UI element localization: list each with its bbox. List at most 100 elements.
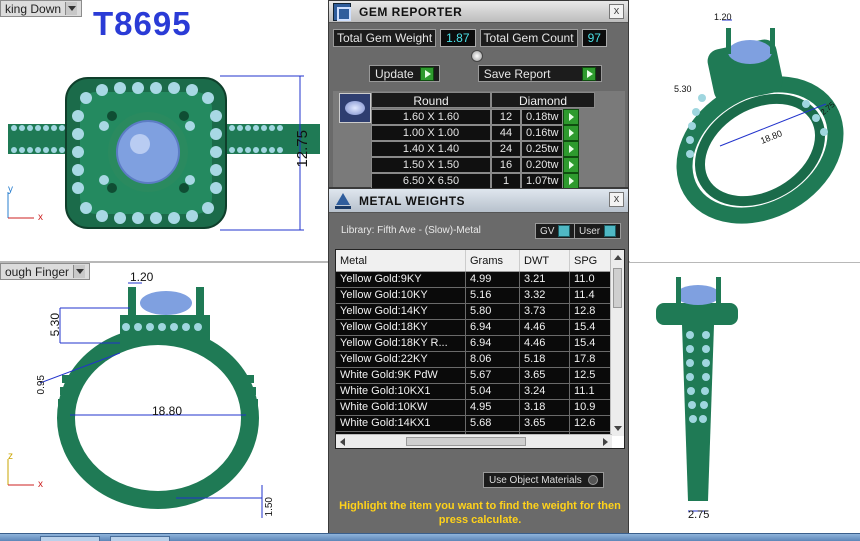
hint-text: Highlight the item you want to find the … bbox=[339, 500, 621, 526]
metal-name: Yellow Gold:14KY bbox=[336, 304, 466, 319]
metal-name: White Gold:10KW bbox=[336, 400, 466, 415]
col-grams[interactable]: Grams bbox=[466, 250, 520, 271]
ring-side-view bbox=[656, 277, 738, 512]
use-object-materials-toggle[interactable]: Use Object Materials bbox=[483, 472, 604, 488]
viewport-front[interactable]: ough Finger 1.20 5.30 18.80 0.95 1.50 z … bbox=[0, 263, 328, 533]
table-row[interactable]: White Gold:10KW 4.95 3.18 10.9 bbox=[336, 400, 612, 416]
gem-size: 1.40 X 1.40 bbox=[371, 141, 491, 157]
table-row[interactable]: White Gold:9K PdW 5.67 3.65 12.5 bbox=[336, 368, 612, 384]
gem-row[interactable]: 1.50 X 1.50 16 0.20tw bbox=[371, 157, 623, 173]
play-arrow-icon[interactable] bbox=[563, 109, 579, 125]
metal-dwt: 3.32 bbox=[520, 288, 570, 303]
viewport-perspective[interactable]: 1.20 5.30 18.80 2.75 bbox=[630, 0, 860, 262]
gem-count: 1 bbox=[491, 173, 521, 189]
axis-z-label: z bbox=[8, 451, 13, 462]
gem-weight: 0.20tw bbox=[521, 157, 563, 173]
metal-dwt: 3.24 bbox=[520, 384, 570, 399]
play-arrow-icon bbox=[581, 66, 596, 81]
save-report-button[interactable]: Save Report bbox=[477, 65, 602, 82]
play-arrow-icon[interactable] bbox=[563, 141, 579, 157]
close-icon[interactable]: x bbox=[609, 192, 624, 207]
gem-row[interactable]: 1.40 X 1.40 24 0.25tw bbox=[371, 141, 623, 157]
metal-grams: 5.16 bbox=[466, 288, 520, 303]
col-dwt[interactable]: DWT bbox=[520, 250, 570, 271]
metal-spg: 12.5 bbox=[570, 368, 612, 383]
library-label: Library: Fifth Ave - (Slow)-Metal bbox=[341, 225, 481, 236]
gem-weight: 0.18tw bbox=[521, 109, 563, 125]
dim-width-label: 2.75 bbox=[688, 509, 710, 521]
table-row[interactable]: Yellow Gold:14KY 5.80 3.73 12.8 bbox=[336, 304, 612, 320]
table-row[interactable]: White Gold:10KX1 5.04 3.24 11.1 bbox=[336, 384, 612, 400]
scroll-left-icon[interactable] bbox=[340, 438, 345, 446]
metal-name: Yellow Gold:18KY bbox=[336, 320, 466, 335]
gem-row[interactable]: 1.00 X 1.00 44 0.16tw bbox=[371, 125, 623, 141]
metal-grams: 5.04 bbox=[466, 384, 520, 399]
total-count-label: Total Gem Count bbox=[479, 29, 578, 47]
play-arrow-icon[interactable] bbox=[563, 173, 579, 189]
scroll-thumb[interactable] bbox=[613, 268, 622, 308]
scroll-up-icon[interactable] bbox=[614, 255, 622, 260]
scroll-thumb[interactable] bbox=[406, 437, 526, 446]
metal-name: Yellow Gold:9KY bbox=[336, 272, 466, 287]
close-icon[interactable]: x bbox=[609, 4, 624, 19]
table-row[interactable]: Yellow Gold:22KY 8.06 5.18 17.8 bbox=[336, 352, 612, 368]
metal-dwt: 3.21 bbox=[520, 272, 570, 287]
taskbar-item[interactable] bbox=[40, 536, 100, 541]
metal-weights-header[interactable]: METAL WEIGHTS x bbox=[329, 189, 628, 213]
app-window: king Down T8695 12.75 y x ough Finger 1.… bbox=[0, 0, 860, 541]
dim-top-label: 1.20 bbox=[130, 270, 154, 284]
gem-row[interactable]: 6.50 X 6.50 1 1.07tw bbox=[371, 173, 623, 189]
toggle-indicator-icon bbox=[604, 225, 617, 237]
gem-row[interactable]: 1.60 X 1.60 12 0.18tw bbox=[371, 109, 623, 125]
user-toggle[interactable]: User bbox=[574, 223, 622, 239]
round-gem-icon[interactable] bbox=[339, 93, 371, 123]
table-row[interactable]: White Gold:14KX1 5.68 3.65 12.6 bbox=[336, 416, 612, 432]
gv-label: GV bbox=[540, 225, 555, 237]
taskbar bbox=[0, 533, 860, 541]
col-metal[interactable]: Metal bbox=[336, 250, 466, 271]
metal-spg: 10.9 bbox=[570, 400, 612, 415]
axis-x-label: x bbox=[38, 479, 43, 490]
metal-spg: 15.4 bbox=[570, 320, 612, 335]
taskbar-item[interactable] bbox=[110, 536, 170, 541]
metal-spg: 11.0 bbox=[570, 272, 612, 287]
use-object-materials-label: Use Object Materials bbox=[489, 474, 582, 486]
col-spg[interactable]: SPG bbox=[570, 250, 612, 271]
gem-type-header: Diamond bbox=[491, 92, 595, 108]
user-label: User bbox=[579, 225, 601, 237]
metal-dwt: 4.46 bbox=[520, 336, 570, 351]
gem-reporter-header[interactable]: GEM REPORTER x bbox=[329, 1, 628, 23]
table-row[interactable]: Yellow Gold:18KY 6.94 4.46 15.4 bbox=[336, 320, 612, 336]
metal-spg: 15.4 bbox=[570, 336, 612, 351]
metal-spg: 12.8 bbox=[570, 304, 612, 319]
table-row[interactable]: Yellow Gold:9KY 4.99 3.21 11.0 bbox=[336, 272, 612, 288]
metal-name: Yellow Gold:22KY bbox=[336, 352, 466, 367]
dim-height-label: 12.75 bbox=[294, 130, 311, 168]
vertical-scrollbar[interactable] bbox=[610, 250, 624, 436]
splitter-handle[interactable] bbox=[471, 50, 483, 62]
play-arrow-icon[interactable] bbox=[563, 125, 579, 141]
ring-top-view bbox=[7, 75, 320, 231]
table-row[interactable]: Yellow Gold:10KY 5.16 3.32 11.4 bbox=[336, 288, 612, 304]
metal-grams: 4.95 bbox=[466, 400, 520, 415]
gv-toggle[interactable]: GV bbox=[535, 223, 576, 239]
metal-grams: 4.99 bbox=[466, 272, 520, 287]
gem-reporter-panel: GEM REPORTER x Total Gem Weight 1.87 Tot… bbox=[328, 0, 629, 189]
total-count-value: 97 bbox=[581, 29, 607, 47]
gem-size: 6.50 X 6.50 bbox=[371, 173, 491, 189]
scroll-right-icon[interactable] bbox=[603, 438, 608, 446]
scroll-down-icon[interactable] bbox=[614, 426, 622, 431]
metal-dwt: 3.18 bbox=[520, 400, 570, 415]
horizontal-scrollbar[interactable] bbox=[336, 434, 612, 448]
metal-grams: 5.68 bbox=[466, 416, 520, 431]
play-arrow-icon bbox=[419, 66, 434, 81]
gem-actions-row: Update Save Report bbox=[369, 65, 602, 82]
axis-y-label: y bbox=[8, 184, 13, 195]
metal-grams: 5.80 bbox=[466, 304, 520, 319]
viewport-side[interactable]: 2.75 bbox=[630, 263, 860, 533]
viewport-top[interactable]: king Down T8695 12.75 y x bbox=[0, 0, 328, 262]
play-arrow-icon[interactable] bbox=[563, 157, 579, 173]
gem-weight: 1.07tw bbox=[521, 173, 563, 189]
update-button[interactable]: Update bbox=[369, 65, 440, 82]
table-row[interactable]: Yellow Gold:18KY R... 6.94 4.46 15.4 bbox=[336, 336, 612, 352]
